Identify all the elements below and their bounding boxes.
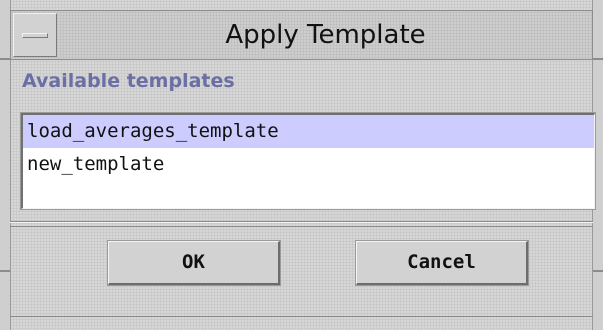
bottom-divider <box>10 316 593 317</box>
window-menu-button[interactable] <box>13 13 57 57</box>
apply-template-dialog: Apply Template Available templates load_… <box>0 0 603 330</box>
window-menu-icon <box>22 33 48 38</box>
available-templates-label: Available templates <box>22 70 235 92</box>
frame-notch <box>0 58 10 60</box>
cancel-button[interactable]: Cancel <box>355 240 529 286</box>
list-item-load-averages-template[interactable]: load_averages_template <box>23 115 594 148</box>
frame-notch <box>593 270 603 272</box>
separator-highlight <box>10 222 593 223</box>
list-item-new-template[interactable]: new_template <box>23 148 594 181</box>
separator <box>10 226 593 227</box>
frame-notch <box>593 58 603 60</box>
templates-list[interactable]: load_averages_template new_template <box>20 112 596 210</box>
window-title: Apply Template <box>225 20 426 50</box>
ok-button[interactable]: OK <box>107 240 281 286</box>
frame-notch <box>0 270 10 272</box>
title-bar[interactable]: Apply Template <box>10 10 593 60</box>
